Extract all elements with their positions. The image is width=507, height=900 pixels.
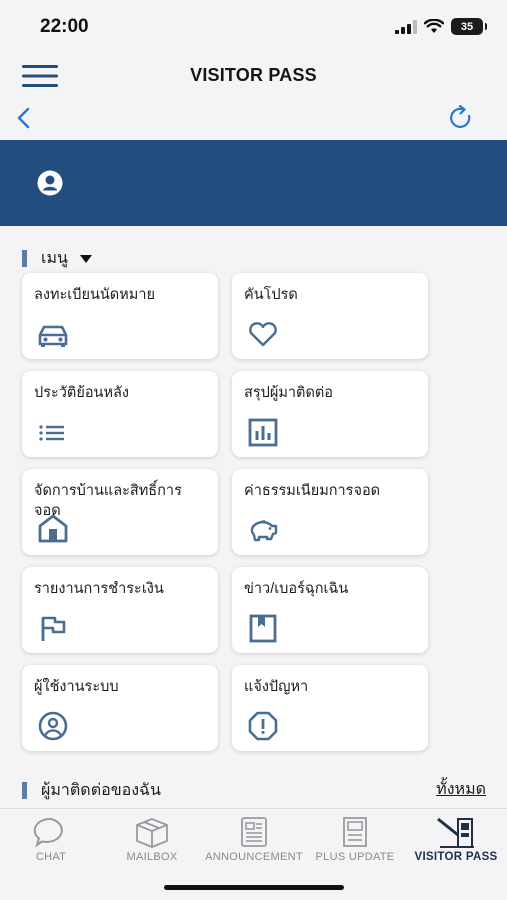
menu-tile-label: ผู้ใช้งานระบบ <box>34 679 119 695</box>
signal-icon <box>395 19 417 34</box>
menu-tile-system-users[interactable]: ผู้ใช้งานระบบ <box>22 665 218 751</box>
status-time: 22:00 <box>40 16 89 37</box>
piggy-bank-icon <box>250 520 278 542</box>
menu-tile-house-parking[interactable]: จัดการบ้านและสิทธิ์การจอด <box>22 469 218 555</box>
menu-tile-favorites[interactable]: คันโปรด <box>232 273 428 359</box>
refresh-icon[interactable] <box>447 104 475 132</box>
newspaper-icon <box>241 817 267 847</box>
tab-label: MAILBOX <box>126 851 178 863</box>
profile-avatar-icon[interactable] <box>37 170 63 196</box>
user-circle-icon <box>38 711 68 741</box>
menu-tile-history[interactable]: ประวัติย้อนหลัง <box>22 371 218 457</box>
car-icon <box>38 325 68 347</box>
menu-tile-label: ค่าธรรมเนียมการจอด <box>244 483 381 499</box>
status-bar: 22:00 35 <box>0 0 507 52</box>
tab-label: PLUS UPDATE <box>315 851 395 863</box>
menu-tile-label: ลงทะเบียนนัดหมาย <box>34 287 155 303</box>
tab-chat[interactable]: CHAT <box>1 815 101 863</box>
menu-tile-visitor-summary[interactable]: สรุปผู้มาติดต่อ <box>232 371 428 457</box>
heart-icon <box>249 322 277 347</box>
bar-chart-icon <box>248 418 278 447</box>
menu-tile-news-emergency[interactable]: ข่าว/เบอร์ฉุกเฉิน <box>232 567 428 653</box>
menu-section-header[interactable]: เมนู <box>22 246 92 271</box>
section-marker <box>22 250 27 267</box>
contacts-section-header: ผู้มาติดต่อของฉัน <box>22 778 161 803</box>
menu-tile-label: แจ้งปัญหา <box>244 679 309 695</box>
menu-tile-appointment[interactable]: ลงทะเบียนนัดหมาย <box>22 273 218 359</box>
profile-banner <box>0 140 507 226</box>
tab-visitor-pass[interactable]: VISITOR PASS <box>406 815 506 863</box>
menu-section-title: เมนู <box>41 250 68 267</box>
menu-tile-label: คันโปรด <box>244 287 298 303</box>
section-marker <box>22 782 27 799</box>
menu-tile-label: รายงานการชำระเงิน <box>34 581 164 597</box>
menu-tile-parking-fee[interactable]: ค่าธรรมเนียมการจอด <box>232 469 428 555</box>
home-indicator <box>164 885 344 890</box>
battery-level: 35 <box>460 20 474 33</box>
see-all-link[interactable]: ทั้งหมด <box>436 777 486 802</box>
alert-icon <box>248 711 278 741</box>
menu-tile-label: สรุปผู้มาติดต่อ <box>244 385 333 401</box>
page-title: VISITOR PASS <box>190 65 317 85</box>
tab-announcement[interactable]: ANNOUNCEMENT <box>204 815 304 863</box>
box-icon <box>136 818 168 848</box>
contacts-section-title: ผู้มาติดต่อของฉัน <box>41 782 161 799</box>
bookmark-icon <box>249 614 277 643</box>
tab-mailbox[interactable]: MAILBOX <box>102 815 202 863</box>
menu-tile-payment-report[interactable]: รายงานการชำระเงิน <box>22 567 218 653</box>
list-icon <box>39 425 64 441</box>
gate-icon <box>437 817 474 848</box>
wifi-icon <box>424 19 444 33</box>
tab-label: VISITOR PASS <box>414 851 498 863</box>
document-icon <box>343 817 367 847</box>
tab-plus-update[interactable]: PLUS UPDATE <box>305 815 405 863</box>
house-icon <box>38 514 68 543</box>
tab-label: ANNOUNCEMENT <box>205 851 303 863</box>
dropdown-caret-icon[interactable] <box>79 254 92 263</box>
status-icons: 35 <box>395 18 487 35</box>
menu-tile-label: ข่าว/เบอร์ฉุกเฉิน <box>244 581 349 597</box>
battery-icon: 35 <box>451 18 487 35</box>
app-header: VISITOR PASS <box>0 52 507 140</box>
tab-label: CHAT <box>35 851 67 863</box>
chat-bubble-icon <box>33 817 63 848</box>
menu-grid: ลงทะเบียนนัดหมาย คันโปรด ประวัติย้อนหลัง… <box>22 273 432 751</box>
back-chevron-icon[interactable] <box>12 106 36 130</box>
menu-tile-label: ประวัติย้อนหลัง <box>34 385 129 401</box>
menu-tile-report-problem[interactable]: แจ้งปัญหา <box>232 665 428 751</box>
flag-icon <box>41 616 66 641</box>
